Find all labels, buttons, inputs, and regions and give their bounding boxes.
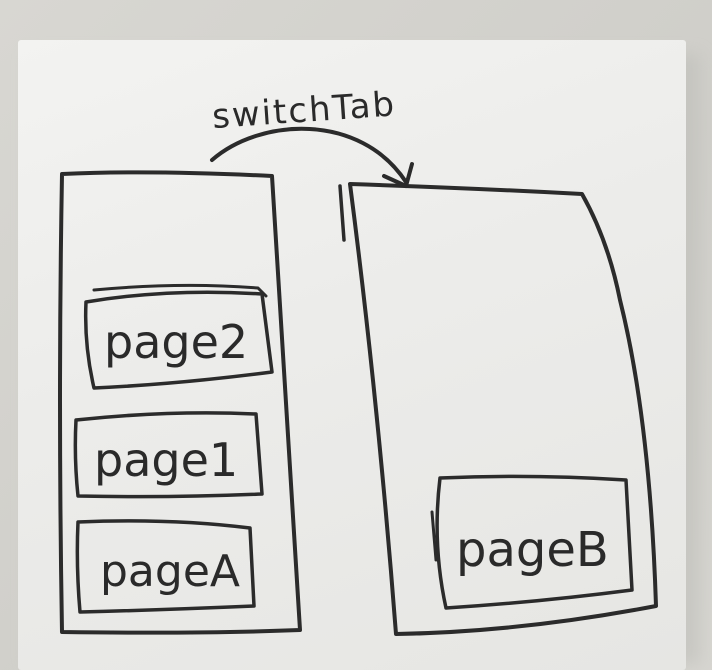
right-page-stack-back-edge xyxy=(338,184,346,242)
page-label-page1: page1 xyxy=(94,433,238,487)
page-label-pageB: pageB xyxy=(456,522,609,578)
hand-drawn-diagram: switchTab page2 page1 pageA pageB xyxy=(58,84,658,636)
photo-scene: switchTab page2 page1 pageA pageB xyxy=(0,0,712,670)
page-label-page2: page2 xyxy=(104,315,248,369)
page-label-pageA: pageA xyxy=(100,546,240,597)
arrow-head-icon xyxy=(382,162,414,188)
